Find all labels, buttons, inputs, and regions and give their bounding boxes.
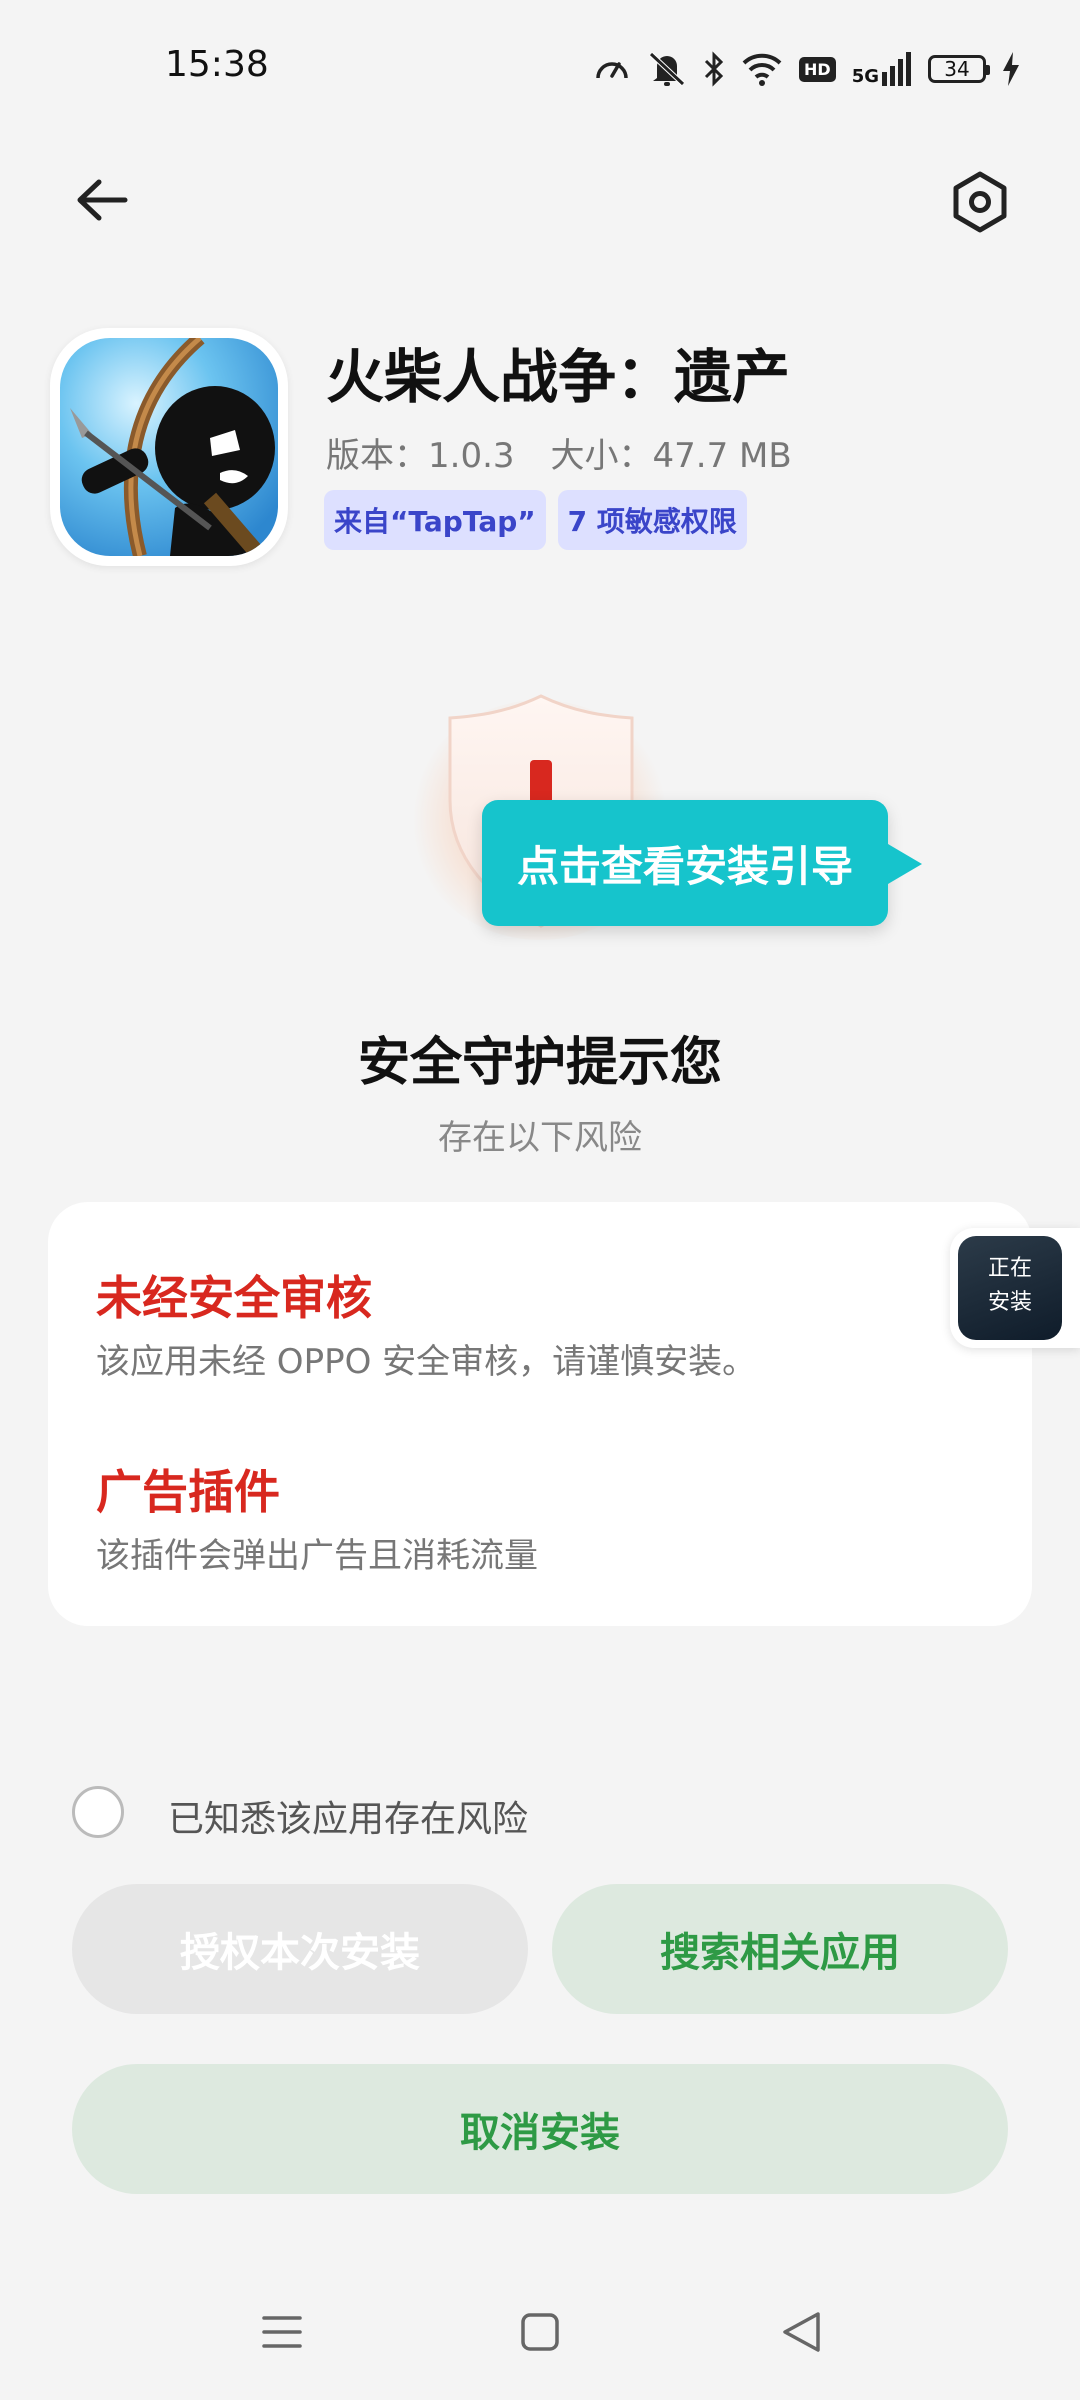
speed-icon [596, 62, 628, 79]
network-type: 5G [851, 66, 879, 87]
app-tags: 来自“TapTap” 7 项敏感权限 [324, 490, 747, 550]
authorize-install-button[interactable]: 授权本次安装 [72, 1884, 528, 2014]
risk-desc: 该插件会弹出广告且消耗流量 [96, 1536, 538, 1576]
app-name: 火柴人战争：遗产 [326, 343, 791, 411]
settings-button[interactable] [942, 164, 1018, 240]
source-tag[interactable]: 来自“TapTap” [324, 490, 546, 550]
app-version: 版本：1.0.3 [326, 436, 515, 476]
menu-icon[interactable] [262, 2312, 302, 2352]
installing-float-widget[interactable]: 正在 安装 [950, 1228, 1080, 1348]
signal-icon: 5G [852, 52, 912, 86]
mute-icon [649, 52, 685, 86]
permissions-tag[interactable]: 7 项敏感权限 [557, 490, 747, 550]
acknowledge-label[interactable]: 已知悉该应用存在风险 [168, 1790, 528, 1842]
back-arrow-icon [77, 179, 128, 221]
security-title: 安全守护提示您 [357, 1033, 722, 1093]
hd-icon: HD [799, 56, 836, 82]
app-icon [50, 328, 288, 566]
search-related-apps-button[interactable]: 搜索相关应用 [552, 1884, 1008, 2014]
risk-desc: 该应用未经 OPPO 安全审核，请谨慎安装。 [96, 1342, 757, 1382]
installing-line1: 正在 [987, 1256, 1032, 1281]
battery-icon: 34 [928, 55, 990, 83]
wifi-icon [742, 53, 782, 86]
installing-status: 正在 安装 [958, 1252, 1062, 1320]
tooltip-arrow [888, 844, 922, 884]
bluetooth-icon [704, 51, 724, 87]
cancel-install-button[interactable]: 取消安装 [72, 2064, 1008, 2194]
security-subtitle: 存在以下风险 [438, 1118, 642, 1158]
nav-back-icon[interactable] [780, 2310, 822, 2354]
charging-icon [1003, 52, 1019, 86]
app-meta: 版本：1.0.3 大小：47.7 MB [326, 428, 792, 477]
risk-card: 未经安全审核 该应用未经 OPPO 安全审核，请谨慎安装。 广告插件 该插件会弹… [48, 1202, 1032, 1626]
install-guide-tooltip[interactable]: 点击查看安装引导 [482, 800, 888, 926]
app-size: 大小：47.7 MB [550, 436, 792, 476]
risk-title: 未经安全审核 [96, 1271, 372, 1325]
installing-line2: 安装 [987, 1290, 1032, 1315]
back-button[interactable] [62, 168, 142, 232]
status-icons: HD 5G 34 [593, 46, 1020, 92]
acknowledge-radio[interactable] [72, 1786, 124, 1838]
status-time: 15:38 [165, 44, 269, 85]
risk-title: 广告插件 [96, 1465, 280, 1519]
home-icon[interactable] [520, 2312, 560, 2352]
settings-icon [953, 171, 1007, 233]
stickman-archer-icon [60, 338, 278, 556]
